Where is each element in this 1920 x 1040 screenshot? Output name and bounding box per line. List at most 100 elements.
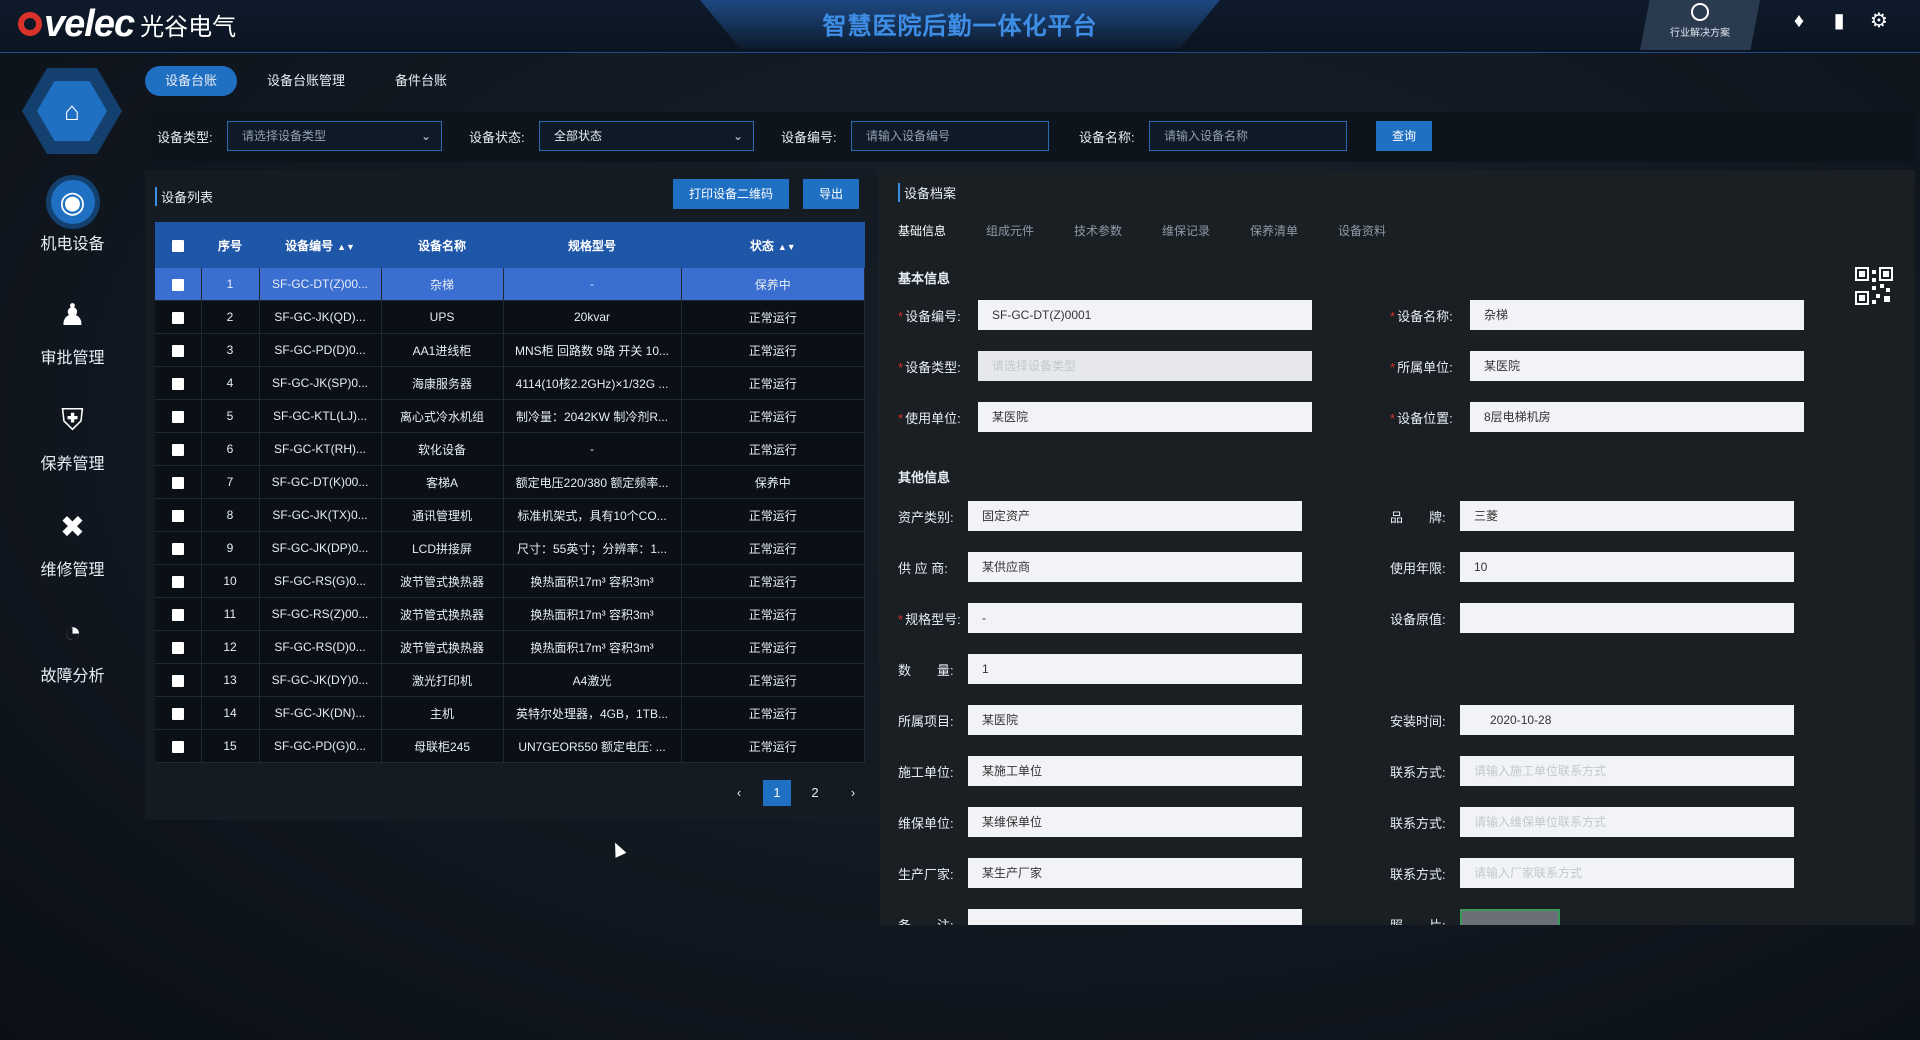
table-row[interactable]: 13 SF-GC-JK(DY)0... 激光打印机 A4激光 正常运行 <box>155 663 865 697</box>
tab-basic-info[interactable]: 基础信息 <box>898 222 986 239</box>
device-code-field[interactable]: SF-GC-DT(Z)0001 <box>978 300 1312 330</box>
device-list-panel: 设备列表 打印设备二维码 导出 序号 设备编号 ▲▼ 设备名称 规格型号 状态 ▲▼… <box>145 170 878 820</box>
column-header-code[interactable]: 设备编号 ▲▼ <box>259 222 381 268</box>
device-location-field[interactable]: 8层电梯机房 <box>1470 402 1804 432</box>
sidebar-item-fault-analysis[interactable]: ◔ 故障分析 <box>0 610 145 686</box>
table-row[interactable]: 10 SF-GC-RS(G)0... 波节管式换热器 换热面积17m³ 容积3m³ 正常… <box>155 564 865 598</box>
device-status-select[interactable]: 全部状态 ⌄ <box>539 121 754 151</box>
device-name-input[interactable]: 请输入设备名称 <box>1149 121 1347 151</box>
supplier-field[interactable]: 某供应商 <box>968 552 1302 582</box>
row-checkbox[interactable] <box>155 531 202 565</box>
table-row[interactable]: 6 SF-GC-KT(RH)... 软化设备 - 正常运行 <box>155 432 865 466</box>
table-row[interactable]: 5 SF-GC-KTL(LJ)... 离心式冷水机组 制冷量：2042KW 制冷剂R.… <box>155 399 865 433</box>
row-spec: 20kvar <box>503 300 682 334</box>
asset-category-field[interactable]: 固定资产 <box>968 501 1302 531</box>
home-button[interactable]: ⌂ <box>22 68 122 154</box>
contact-2-field[interactable]: 请输入维保单位联系方式 <box>1460 807 1794 837</box>
table-row[interactable]: 9 SF-GC-JK(DP)0... LCD拼接屏 尺寸：55英寸；分辨率：1... 正… <box>155 531 865 565</box>
row-checkbox[interactable] <box>155 399 202 433</box>
tab-components[interactable]: 组成元件 <box>986 222 1074 239</box>
row-checkbox[interactable] <box>155 597 202 631</box>
row-status: 正常运行 <box>681 300 865 334</box>
device-code-input[interactable]: 请输入设备编号 <box>851 121 1049 151</box>
device-type-field[interactable]: 请选择设备类型 <box>978 351 1312 381</box>
maintenance-unit-field[interactable]: 某维保单位 <box>968 807 1302 837</box>
qr-code-icon[interactable] <box>1855 267 1893 305</box>
brand-field[interactable]: 三菱 <box>1460 501 1794 531</box>
select-all-checkbox[interactable] <box>155 222 201 268</box>
device-type-select[interactable]: 请选择设备类型 ⌄ <box>227 121 442 151</box>
table-row[interactable]: 14 SF-GC-JK(DN)... 主机 英特尔处理器，4GB，1TB... 正常运行 <box>155 696 865 730</box>
owner-unit-field[interactable]: 某医院 <box>1470 351 1804 381</box>
row-checkbox[interactable] <box>155 268 202 301</box>
construction-unit-field[interactable]: 某施工单位 <box>968 756 1302 786</box>
print-qrcode-button[interactable]: 打印设备二维码 <box>673 179 789 209</box>
page-1-button[interactable]: 1 <box>763 780 791 806</box>
table-row[interactable]: 2 SF-GC-JK(QD)... UPS 20kvar 正常运行 <box>155 300 865 334</box>
tab-device-docs[interactable]: 设备资料 <box>1338 222 1426 239</box>
row-checkbox[interactable] <box>155 333 202 367</box>
row-spec: A4激光 <box>503 663 682 697</box>
column-header-status[interactable]: 状态 ▲▼ <box>681 222 865 268</box>
gear-icon[interactable]: ⚙ <box>1868 10 1890 32</box>
table-row[interactable]: 7 SF-GC-DT(K)00... 客梯A 额定电压220/380 额定频率... 保… <box>155 465 865 499</box>
row-checkbox[interactable] <box>155 663 202 697</box>
manufacturer-field[interactable]: 某生产厂家 <box>968 858 1302 888</box>
row-checkbox[interactable] <box>155 630 202 664</box>
service-years-field[interactable]: 10 <box>1460 552 1794 582</box>
table-row[interactable]: 4 SF-GC-JK(SP)0... 海康服务器 4114(10核2.2GHz)×1/… <box>155 366 865 400</box>
quantity-field[interactable]: 1 <box>968 654 1302 684</box>
row-checkbox[interactable] <box>155 696 202 730</box>
owner-unit-field-label: * 所属单位: <box>1390 360 1453 375</box>
query-button[interactable]: 查询 <box>1376 121 1432 151</box>
row-checkbox[interactable] <box>155 300 202 334</box>
sidebar-item-repair[interactable]: ✖ 维修管理 <box>0 504 145 580</box>
original-value-field[interactable] <box>1460 603 1794 633</box>
remark-field[interactable] <box>968 909 1302 925</box>
tab-device-ledger[interactable]: 设备台账 <box>145 66 238 96</box>
tab-maintenance-records[interactable]: 维保记录 <box>1162 222 1250 239</box>
row-status: 正常运行 <box>681 597 865 631</box>
sidebar-item-maintenance[interactable]: ⛨ 保养管理 <box>0 398 145 474</box>
row-status: 正常运行 <box>681 630 865 664</box>
chevron-down-icon: ⌄ <box>420 129 431 143</box>
row-checkbox[interactable] <box>155 366 202 400</box>
sidebar-item-device[interactable]: ◉ 机电设备 <box>0 180 145 254</box>
table-row[interactable]: 8 SF-GC-JK(TX)0... 通讯管理机 标准机架式，具有10个CO... 正常… <box>155 498 865 532</box>
row-checkbox[interactable] <box>155 432 202 466</box>
project-field[interactable]: 某医院 <box>968 705 1302 735</box>
clipboard-icon[interactable]: ▮ <box>1828 10 1850 32</box>
export-button[interactable]: 导出 <box>803 179 859 209</box>
row-device-code: SF-GC-PD(G)0... <box>259 729 382 763</box>
contact-3-field[interactable]: 请输入厂家联系方式 <box>1460 858 1794 888</box>
table-row[interactable]: 15 SF-GC-PD(G)0... 母联柜245 UN7GEOR550 额定电压: … <box>155 729 865 763</box>
contact-1-field[interactable]: 请输入施工单位联系方式 <box>1460 756 1794 786</box>
install-time-field[interactable]: 2020-10-28 <box>1460 705 1794 735</box>
column-header-code-label: 设备编号 <box>285 238 334 253</box>
service-years-label: 使用年限: <box>1390 561 1446 576</box>
table-row[interactable]: 11 SF-GC-RS(Z)00... 波节管式换热器 换热面积17m³ 容积3m³ 正… <box>155 597 865 631</box>
photo-thumbnail[interactable] <box>1460 909 1560 925</box>
row-checkbox[interactable] <box>155 465 202 499</box>
prev-page-button[interactable]: ‹ <box>725 780 753 806</box>
device-icon: ◉ <box>50 180 95 224</box>
tab-spare-parts-ledger[interactable]: 备件台账 <box>375 66 467 96</box>
row-checkbox[interactable] <box>155 729 202 763</box>
bell-icon[interactable]: ♦ <box>1788 10 1810 32</box>
table-row[interactable]: 3 SF-GC-PD(D)0... AA1进线柜 MNS柜 回路数 9路 开关 10.… <box>155 333 865 367</box>
sidebar-item-approval[interactable]: ♟ 审批管理 <box>0 292 145 368</box>
user-unit-field[interactable]: 某医院 <box>978 402 1312 432</box>
row-device-name: 母联柜245 <box>381 729 504 763</box>
page-2-button[interactable]: 2 <box>801 780 829 806</box>
spec-model-field[interactable]: - <box>968 603 1302 633</box>
table-row[interactable]: 1 SF-GC-DT(Z)00... 杂梯 - 保养中 <box>155 268 865 301</box>
row-checkbox[interactable] <box>155 564 202 598</box>
row-checkbox[interactable] <box>155 498 202 532</box>
industry-solution-button[interactable]: 行业解决方案 <box>1640 0 1760 50</box>
tab-maintenance-list[interactable]: 保养清单 <box>1250 222 1338 239</box>
next-page-button[interactable]: › <box>839 780 867 806</box>
device-name-field[interactable]: 杂梯 <box>1470 300 1804 330</box>
table-row[interactable]: 12 SF-GC-RS(D)0... 波节管式换热器 换热面积17m³ 容积3m³ 正常… <box>155 630 865 664</box>
tab-device-ledger-management[interactable]: 设备台账管理 <box>247 66 365 96</box>
tab-tech-params[interactable]: 技术参数 <box>1074 222 1162 239</box>
